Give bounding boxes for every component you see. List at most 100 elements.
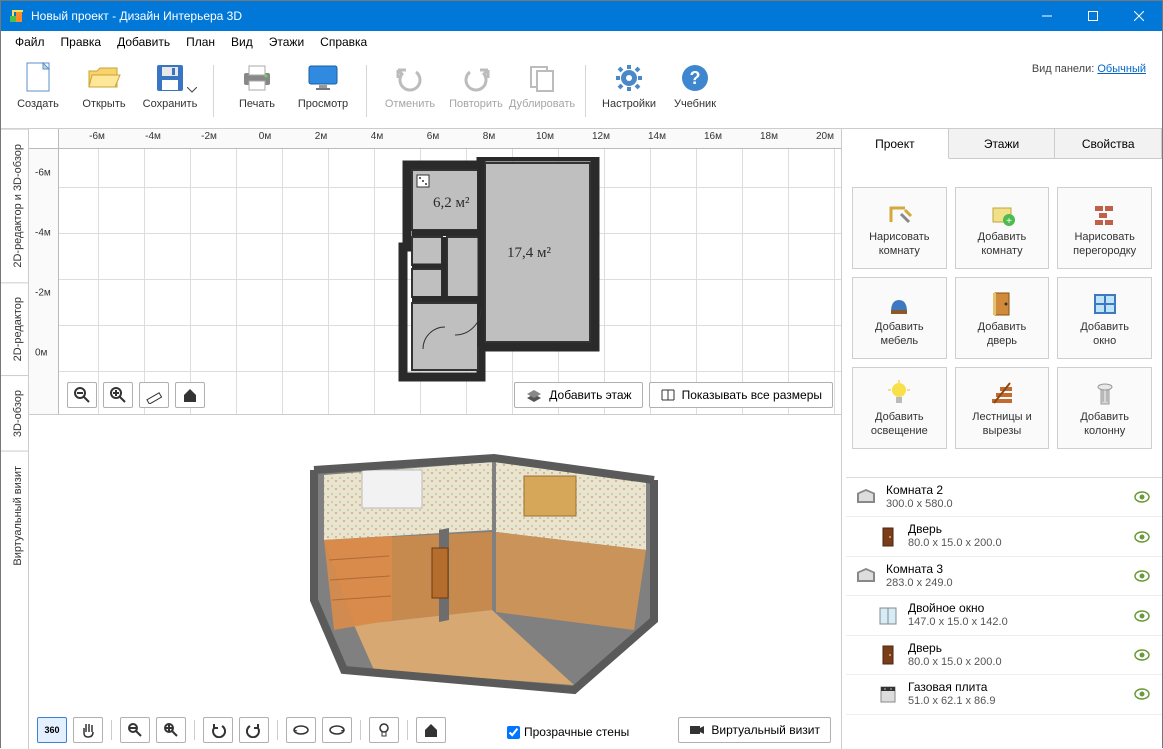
room-icon bbox=[854, 485, 878, 509]
action-card-2[interactable]: Нарисоватьперегородку bbox=[1057, 187, 1152, 269]
vtab-virtual[interactable]: Виртуальный визит bbox=[1, 451, 28, 580]
visibility-icon[interactable] bbox=[1134, 570, 1150, 582]
menu-file[interactable]: Файл bbox=[9, 33, 51, 51]
object-row[interactable]: Газовая плита51.0 x 62.1 x 86.9 bbox=[846, 675, 1162, 714]
object-dims: 300.0 x 580.0 bbox=[886, 498, 953, 511]
zoom-in-button[interactable] bbox=[103, 382, 133, 408]
ruler-x-tick: 10м bbox=[536, 131, 554, 142]
menu-plan[interactable]: План bbox=[180, 33, 221, 51]
rp-tab-properties[interactable]: Свойства bbox=[1055, 129, 1162, 158]
show-dimensions-button[interactable]: Показывать все размеры bbox=[649, 382, 833, 408]
workspace: 2D-редактор и 3D-обзор 2D-редактор 3D-об… bbox=[1, 129, 1162, 749]
action-card-4[interactable]: Добавитьдверь bbox=[955, 277, 1050, 359]
toolbar-tutorial[interactable]: ? Учебник bbox=[662, 57, 728, 110]
title-bar: Новый проект - Дизайн Интерьера 3D bbox=[1, 1, 1162, 31]
visibility-icon[interactable] bbox=[1134, 688, 1150, 700]
add-floor-button[interactable]: Добавить этаж bbox=[514, 382, 642, 408]
pan-button[interactable] bbox=[73, 717, 103, 743]
toolbar-duplicate: Дублировать bbox=[509, 57, 575, 110]
object-row[interactable]: Двойное окно147.0 x 15.0 x 142.0 bbox=[846, 596, 1162, 635]
measure-button[interactable] bbox=[139, 382, 169, 408]
transparent-walls-checkbox[interactable]: Прозрачные стены bbox=[507, 725, 629, 739]
ruler-y-tick: -4м bbox=[35, 228, 51, 239]
action-icon bbox=[1091, 199, 1119, 229]
action-icon bbox=[989, 289, 1015, 319]
3d-render bbox=[274, 420, 674, 720]
visibility-icon[interactable] bbox=[1134, 531, 1150, 543]
tools-2d-right: Добавить этаж Показывать все размеры bbox=[514, 382, 833, 408]
maximize-button[interactable] bbox=[1070, 1, 1116, 31]
object-name: Дверь bbox=[908, 642, 1002, 656]
menu-help[interactable]: Справка bbox=[314, 33, 373, 51]
close-button[interactable] bbox=[1116, 1, 1162, 31]
object-row[interactable]: Комната 2300.0 x 580.0 bbox=[846, 478, 1162, 517]
object-row[interactable]: Комната 3283.0 x 249.0 bbox=[846, 557, 1162, 596]
menu-add[interactable]: Добавить bbox=[111, 33, 176, 51]
toolbar-save[interactable]: Сохранить bbox=[137, 57, 203, 110]
zoom-out-button[interactable] bbox=[67, 382, 97, 408]
object-dims: 80.0 x 15.0 x 200.0 bbox=[908, 537, 1002, 550]
action-icon bbox=[1091, 289, 1119, 319]
action-card-1[interactable]: +Добавитькомнату bbox=[955, 187, 1050, 269]
toolbar-open[interactable]: Открыть bbox=[71, 57, 137, 110]
rp-tab-project[interactable]: Проект bbox=[842, 129, 949, 159]
vertical-tabs: 2D-редактор и 3D-обзор 2D-редактор 3D-об… bbox=[1, 129, 29, 749]
toolbar-print[interactable]: Печать bbox=[224, 57, 290, 110]
ruler-x-tick: -4м bbox=[145, 131, 161, 142]
canvas-area: -6м-4м-2м0м2м4м6м8м10м12м14м16м18м20м -6… bbox=[29, 129, 842, 749]
ruler-x-tick: -2м bbox=[201, 131, 217, 142]
rotate-right-button[interactable] bbox=[239, 717, 269, 743]
orbit-right-button[interactable] bbox=[322, 717, 352, 743]
object-dims: 283.0 x 249.0 bbox=[886, 577, 953, 590]
folder-open-icon bbox=[87, 61, 121, 95]
vtab-2d-3d[interactable]: 2D-редактор и 3D-обзор bbox=[1, 129, 28, 282]
menu-floors[interactable]: Этажи bbox=[263, 33, 310, 51]
action-card-3[interactable]: Добавитьмебель bbox=[852, 277, 947, 359]
object-row[interactable]: Дверь80.0 x 15.0 x 200.0 bbox=[846, 636, 1162, 675]
toolbar-create[interactable]: Создать bbox=[5, 57, 71, 110]
home-3d-button[interactable] bbox=[416, 717, 446, 743]
floor-plan: 6,2 м² 17,4 м² bbox=[395, 157, 605, 382]
visibility-icon[interactable] bbox=[1134, 610, 1150, 622]
toolbar-preview[interactable]: Просмотр bbox=[290, 57, 356, 110]
stove-icon bbox=[876, 682, 900, 706]
ruler-x-tick: -6м bbox=[89, 131, 105, 142]
ruler-x-tick: 2м bbox=[315, 131, 327, 142]
zoom-in-3d-button[interactable] bbox=[156, 717, 186, 743]
action-card-8[interactable]: Добавитьколонну bbox=[1057, 367, 1152, 449]
action-card-7[interactable]: Лестницы ивырезы bbox=[955, 367, 1050, 449]
360-button[interactable]: 360 bbox=[37, 717, 67, 743]
rp-tab-floors[interactable]: Этажи bbox=[949, 129, 1056, 158]
gear-icon bbox=[612, 61, 646, 95]
menu-edit[interactable]: Правка bbox=[55, 33, 108, 51]
object-row[interactable]: Дверь80.0 x 15.0 x 200.0 bbox=[846, 517, 1162, 556]
lighting-button[interactable] bbox=[369, 717, 399, 743]
toolbar-settings[interactable]: Настройки bbox=[596, 57, 662, 110]
ruler-x-tick: 14м bbox=[648, 131, 666, 142]
action-card-0[interactable]: Нарисоватькомнату bbox=[852, 187, 947, 269]
zoom-out-3d-button[interactable] bbox=[120, 717, 150, 743]
visibility-icon[interactable] bbox=[1134, 491, 1150, 503]
object-list[interactable]: Комната 2300.0 x 580.0Дверь80.0 x 15.0 x… bbox=[846, 477, 1162, 749]
vtab-3d[interactable]: 3D-обзор bbox=[1, 375, 28, 451]
ruler-y-tick: -2м bbox=[35, 288, 51, 299]
stack-icon bbox=[525, 388, 543, 402]
menu-view[interactable]: Вид bbox=[225, 33, 259, 51]
canvas-3d-pane[interactable]: 360 Прозрачные стены bbox=[29, 414, 841, 749]
canvas-2d-pane[interactable]: -6м-4м-2м0м bbox=[29, 149, 841, 414]
panel-mode-link[interactable]: Обычный bbox=[1097, 63, 1146, 75]
action-card-5[interactable]: Добавитьокно bbox=[1057, 277, 1152, 359]
rotate-left-button[interactable] bbox=[203, 717, 233, 743]
action-icon: + bbox=[988, 199, 1016, 229]
ruler-x-tick: 6м bbox=[427, 131, 439, 142]
minimize-button[interactable] bbox=[1024, 1, 1070, 31]
virtual-visit-button[interactable]: Виртуальный визит bbox=[678, 717, 831, 743]
orbit-left-button[interactable] bbox=[286, 717, 316, 743]
door-icon bbox=[876, 525, 900, 549]
action-card-6[interactable]: Добавитьосвещение bbox=[852, 367, 947, 449]
vtab-2d[interactable]: 2D-редактор bbox=[1, 282, 28, 375]
object-name: Комната 3 bbox=[886, 563, 953, 577]
visibility-icon[interactable] bbox=[1134, 649, 1150, 661]
toolbar-redo: Повторить bbox=[443, 57, 509, 110]
home-2d-button[interactable] bbox=[175, 382, 205, 408]
